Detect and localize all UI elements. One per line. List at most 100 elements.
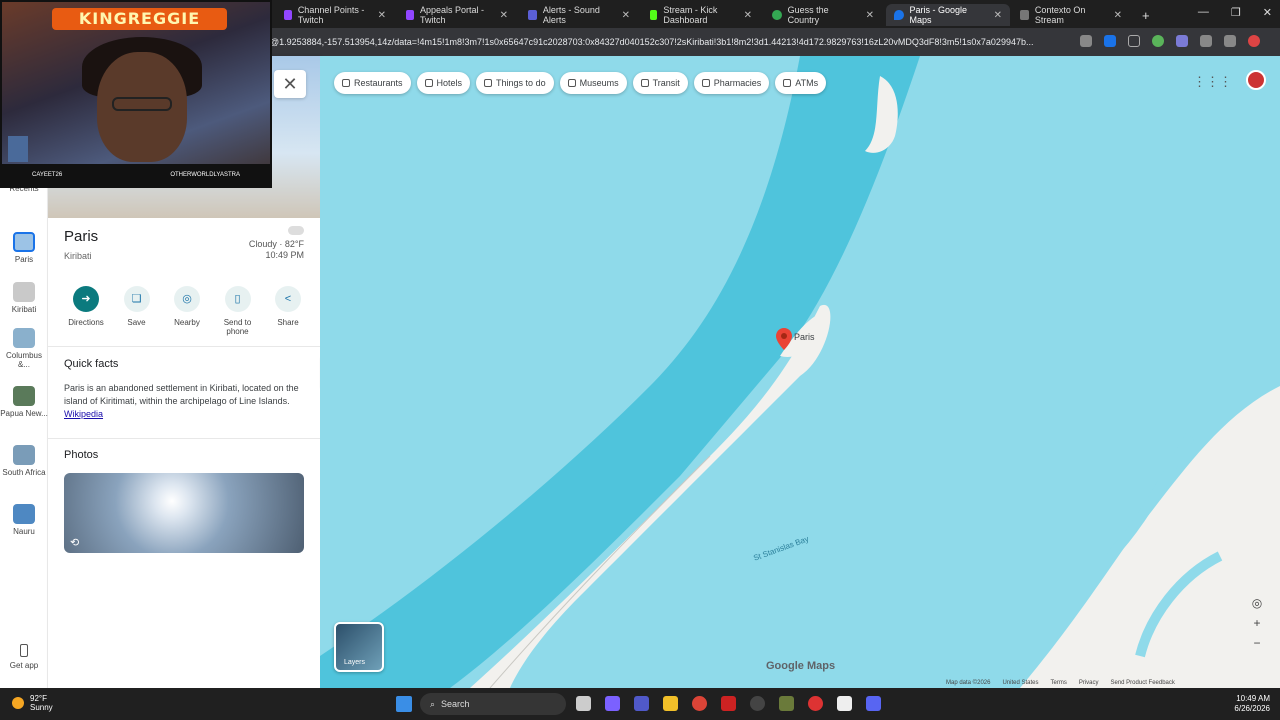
translate-icon[interactable] <box>1104 35 1116 47</box>
chip-atms[interactable]: ATMs <box>775 72 827 94</box>
panorama-icon: ⟲ <box>70 537 80 549</box>
extension-icon[interactable] <box>1152 35 1164 47</box>
tab-guess-country[interactable]: Guess the Country ✕ <box>764 4 882 26</box>
directions-button[interactable]: ➜ Directions <box>62 286 110 336</box>
map-data-label: Map data ©2026 <box>946 680 991 686</box>
my-location-icon[interactable]: ◎ <box>1248 594 1266 612</box>
rail-item-kiribati[interactable]: Kiribati <box>0 282 48 314</box>
close-icon[interactable]: ✕ <box>1114 10 1122 21</box>
chip-label: Hotels <box>436 78 463 88</box>
share-button[interactable]: < Share <box>264 286 312 336</box>
app-icon[interactable] <box>837 696 852 711</box>
divider <box>48 438 320 439</box>
location-pin-icon[interactable] <box>776 328 792 350</box>
quick-facts-title: Quick facts <box>64 358 119 370</box>
layers-button[interactable]: Layers <box>334 622 384 672</box>
east-land <box>1020 386 1280 688</box>
rail-item-papua[interactable]: Papua New... <box>0 386 48 418</box>
webcam-overlay: KINGREGGIE CAYEET26 OTHERWORLDLYASTRA <box>0 0 272 188</box>
system-tray[interactable]: 10:49 AM 6/26/2026 <box>1234 694 1270 714</box>
transit-icon <box>640 79 649 87</box>
close-icon[interactable]: ✕ <box>500 10 508 21</box>
museum-icon <box>567 79 576 87</box>
tab-google-maps[interactable]: Paris - Google Maps ✕ <box>886 4 1010 26</box>
url-field[interactable]: @1.9253884,-157.513954,14z/data=!4m15!1m… <box>270 33 1060 51</box>
chip-hotels[interactable]: Hotels <box>416 72 471 94</box>
copilot-icon[interactable] <box>605 696 620 711</box>
profile-icon[interactable] <box>1248 35 1260 47</box>
nearby-button[interactable]: ◎ Nearby <box>163 286 211 336</box>
get-app-button[interactable]: Get app <box>0 644 48 670</box>
send-to-phone-button[interactable]: ▯ Send to phone <box>214 286 262 336</box>
tab-channel-points[interactable]: Channel Points - Twitch ✕ <box>276 4 394 26</box>
close-icon[interactable]: ✕ <box>622 10 630 21</box>
taskbar-search[interactable]: ⌕ Search <box>420 693 566 715</box>
place-region: Kiribati <box>64 251 92 261</box>
chip-things-to-do[interactable]: Things to do <box>476 72 554 94</box>
extension-icon[interactable] <box>1176 35 1188 47</box>
new-tab-button[interactable]: + <box>1134 4 1156 26</box>
star-icon[interactable] <box>1128 35 1140 47</box>
action-label: Directions <box>68 318 104 327</box>
terms-link[interactable]: Terms <box>1050 680 1066 686</box>
menu-icon[interactable] <box>1224 35 1236 47</box>
rail-item-south-africa[interactable]: South Africa <box>0 445 48 477</box>
chip-transit[interactable]: Transit <box>632 72 688 94</box>
feedback-link[interactable]: Send Product Feedback <box>1111 680 1175 686</box>
zoom-in-button[interactable]: + <box>1248 614 1266 632</box>
close-icon[interactable]: ✕ <box>866 10 874 21</box>
action-label: Save <box>127 318 146 327</box>
close-icon[interactable]: ✕ <box>378 10 386 21</box>
quick-facts-text: Paris is an abandoned settlement in Kiri… <box>64 383 299 406</box>
save-button[interactable]: ❏ Save <box>113 286 161 336</box>
place-thumbnail <box>13 445 35 465</box>
mini-cam <box>8 136 28 162</box>
record-icon[interactable] <box>808 696 823 711</box>
privacy-link[interactable]: Privacy <box>1079 680 1099 686</box>
close-icon[interactable]: ✕ <box>744 10 752 21</box>
place-actions: ➜ Directions ❏ Save ◎ Nearby ▯ Send to p… <box>62 286 312 336</box>
chip-label: Transit <box>652 78 680 88</box>
puzzle-icon[interactable] <box>1200 35 1212 47</box>
tab-sound-alerts[interactable]: Alerts - Sound Alerts ✕ <box>520 4 638 26</box>
apps-grid-icon[interactable]: ⋮⋮⋮ <box>1193 74 1232 90</box>
rail-item-nauru[interactable]: Nauru <box>0 504 48 536</box>
clock-date: 6/26/2026 <box>1234 704 1270 713</box>
app-icon[interactable] <box>721 696 736 711</box>
wikipedia-link[interactable]: Wikipedia <box>64 409 103 419</box>
map-canvas[interactable]: Paris St Stanislas Bay Restaurants Hotel… <box>320 56 1280 688</box>
teams-icon[interactable] <box>634 696 649 711</box>
rail-label: Nauru <box>13 527 35 536</box>
zoom-out-button[interactable]: − <box>1248 634 1266 652</box>
region-link[interactable]: United States <box>1002 680 1038 686</box>
location-icon[interactable] <box>1080 35 1092 47</box>
maximize-icon[interactable]: ❐ <box>1231 6 1241 19</box>
account-avatar[interactable] <box>1246 70 1266 90</box>
close-icon[interactable]: ✕ <box>994 10 1002 21</box>
rail-item-columbus[interactable]: Columbus &... <box>0 328 48 369</box>
camera-icon <box>484 79 493 87</box>
tab-contexto[interactable]: Contexto On Stream ✕ <box>1012 4 1130 26</box>
search-icon: ⌕ <box>430 698 436 709</box>
file-explorer-icon[interactable] <box>663 696 678 711</box>
rail-item-paris[interactable]: Paris <box>0 232 48 264</box>
obs-icon[interactable] <box>750 696 765 711</box>
app-icon[interactable] <box>779 696 794 711</box>
chip-museums[interactable]: Museums <box>559 72 627 94</box>
pharmacy-icon <box>701 79 710 87</box>
discord-icon[interactable] <box>866 696 881 711</box>
chip-restaurants[interactable]: Restaurants <box>334 72 411 94</box>
tab-kick-dashboard[interactable]: Stream - Kick Dashboard ✕ <box>642 4 760 26</box>
close-panel-button[interactable]: ✕ <box>274 70 306 98</box>
photo-thumbnail[interactable]: ⟲ <box>64 473 304 553</box>
chrome-icon[interactable] <box>692 696 707 711</box>
task-view-icon[interactable] <box>576 696 591 711</box>
condition: Sunny <box>30 703 53 712</box>
tab-appeals-portal[interactable]: Appeals Portal - Twitch ✕ <box>398 4 516 26</box>
windows-start-icon[interactable] <box>396 696 412 712</box>
close-window-icon[interactable]: ✕ <box>1263 6 1272 19</box>
pin-label: Paris <box>794 332 815 342</box>
taskbar-weather[interactable]: 92°F Sunny <box>12 694 53 712</box>
chip-pharmacies[interactable]: Pharmacies <box>693 72 770 94</box>
minimize-icon[interactable]: — <box>1198 6 1209 19</box>
